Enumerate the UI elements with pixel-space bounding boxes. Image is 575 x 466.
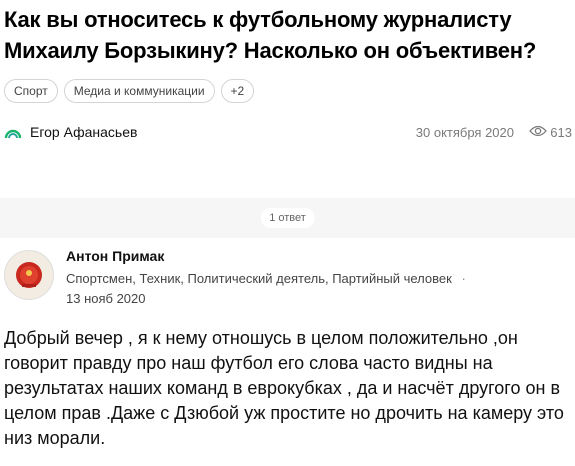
answers-divider: 1 ответ xyxy=(0,198,575,238)
question-author-name[interactable]: Егор Афанасьев xyxy=(30,124,137,140)
author-logo-icon[interactable] xyxy=(4,124,22,142)
tag-media[interactable]: Медиа и коммуникации xyxy=(63,79,215,103)
tag-list: Спорт Медиа и коммуникации +2 xyxy=(4,79,255,103)
answer-author-meta: Спортсмен, Техник, Политический деятель,… xyxy=(66,271,466,286)
views-counter: 613 xyxy=(529,125,572,140)
eye-icon xyxy=(529,125,548,140)
question-title: Как вы относитесь к футбольному журналис… xyxy=(4,7,537,63)
tag-sport[interactable]: Спорт xyxy=(4,79,58,103)
tag-more[interactable]: +2 xyxy=(220,79,255,103)
views-count: 613 xyxy=(550,125,572,140)
answers-count-badge: 1 ответ xyxy=(260,208,315,228)
answer-avatar[interactable] xyxy=(4,250,54,300)
answer-author-name[interactable]: Антон Примак xyxy=(66,248,164,264)
question-author-row: Егор Афанасьев 30 октября 2020 613 xyxy=(4,122,574,144)
answer-author-occupations: Спортсмен, Техник, Политический деятель,… xyxy=(66,271,452,286)
answer-text: Добрый вечер , я к нему отношусь в целом… xyxy=(4,328,564,448)
question-date: 30 октября 2020 xyxy=(415,125,514,140)
meta-separator: · xyxy=(461,271,466,286)
answer-date: 13 нояб 2020 xyxy=(66,291,146,306)
